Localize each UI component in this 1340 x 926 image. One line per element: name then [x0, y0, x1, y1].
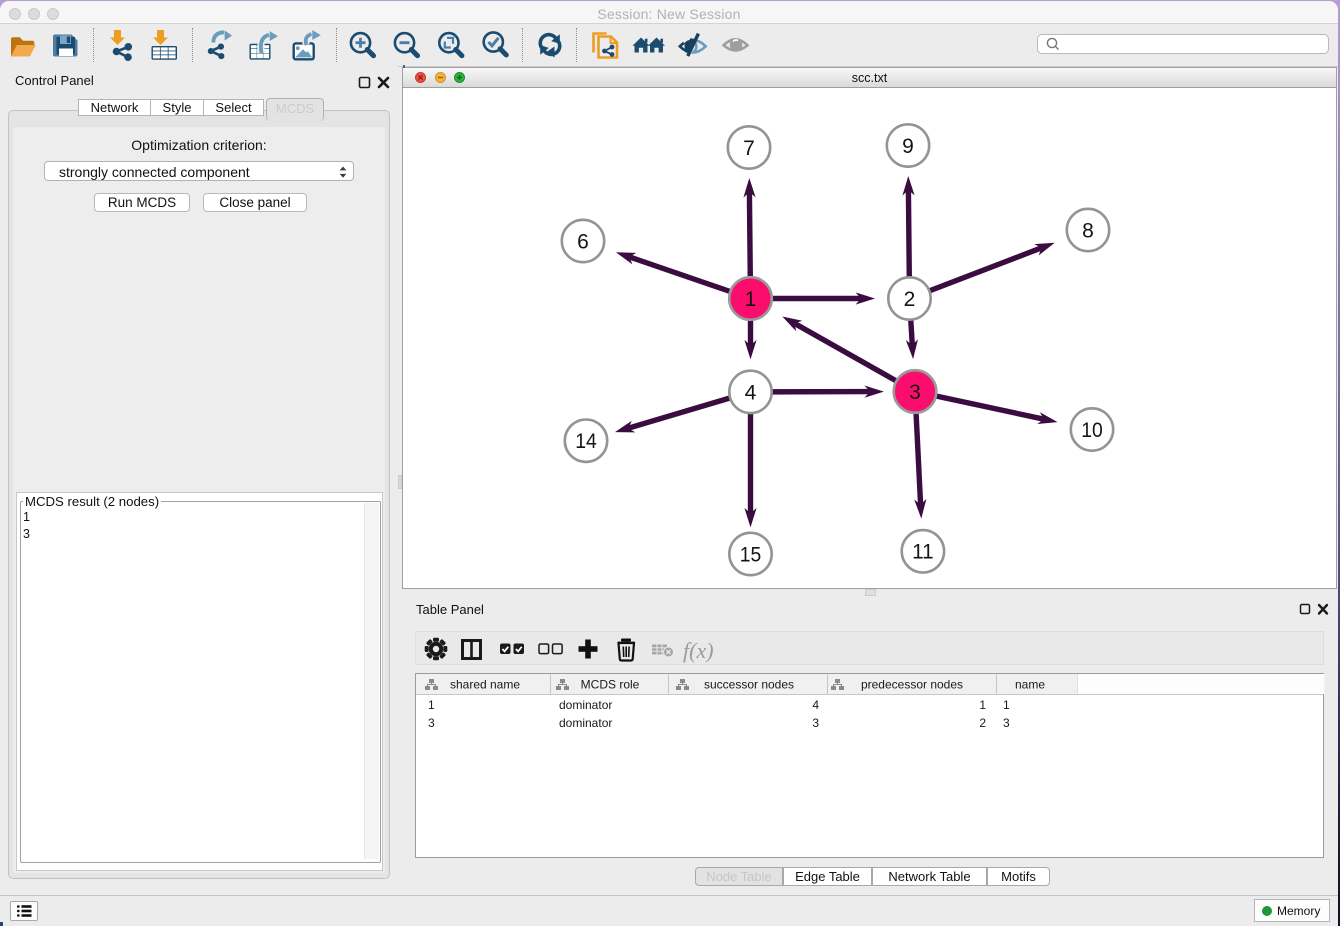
svg-text:2: 2	[904, 288, 916, 311]
svg-text:3: 3	[909, 381, 921, 404]
svg-text:11: 11	[912, 541, 934, 564]
svg-text:f(x): f(x)	[683, 638, 714, 663]
svg-text:15: 15	[740, 543, 762, 566]
svg-text:6: 6	[577, 230, 589, 253]
svg-text:successor nodes: successor nodes	[704, 678, 794, 692]
svg-text:4: 4	[745, 381, 757, 404]
svg-text:name: name	[1015, 678, 1045, 692]
svg-text:predecessor nodes: predecessor nodes	[861, 678, 963, 692]
svg-text:7: 7	[743, 137, 755, 160]
svg-text:shared name: shared name	[450, 678, 520, 692]
svg-text:MCDS role: MCDS role	[581, 678, 640, 692]
svg-text:10: 10	[1081, 419, 1103, 442]
svg-text:9: 9	[902, 135, 914, 158]
svg-text:1: 1	[745, 288, 757, 311]
svg-text:14: 14	[575, 430, 597, 453]
svg-text:8: 8	[1082, 219, 1094, 242]
